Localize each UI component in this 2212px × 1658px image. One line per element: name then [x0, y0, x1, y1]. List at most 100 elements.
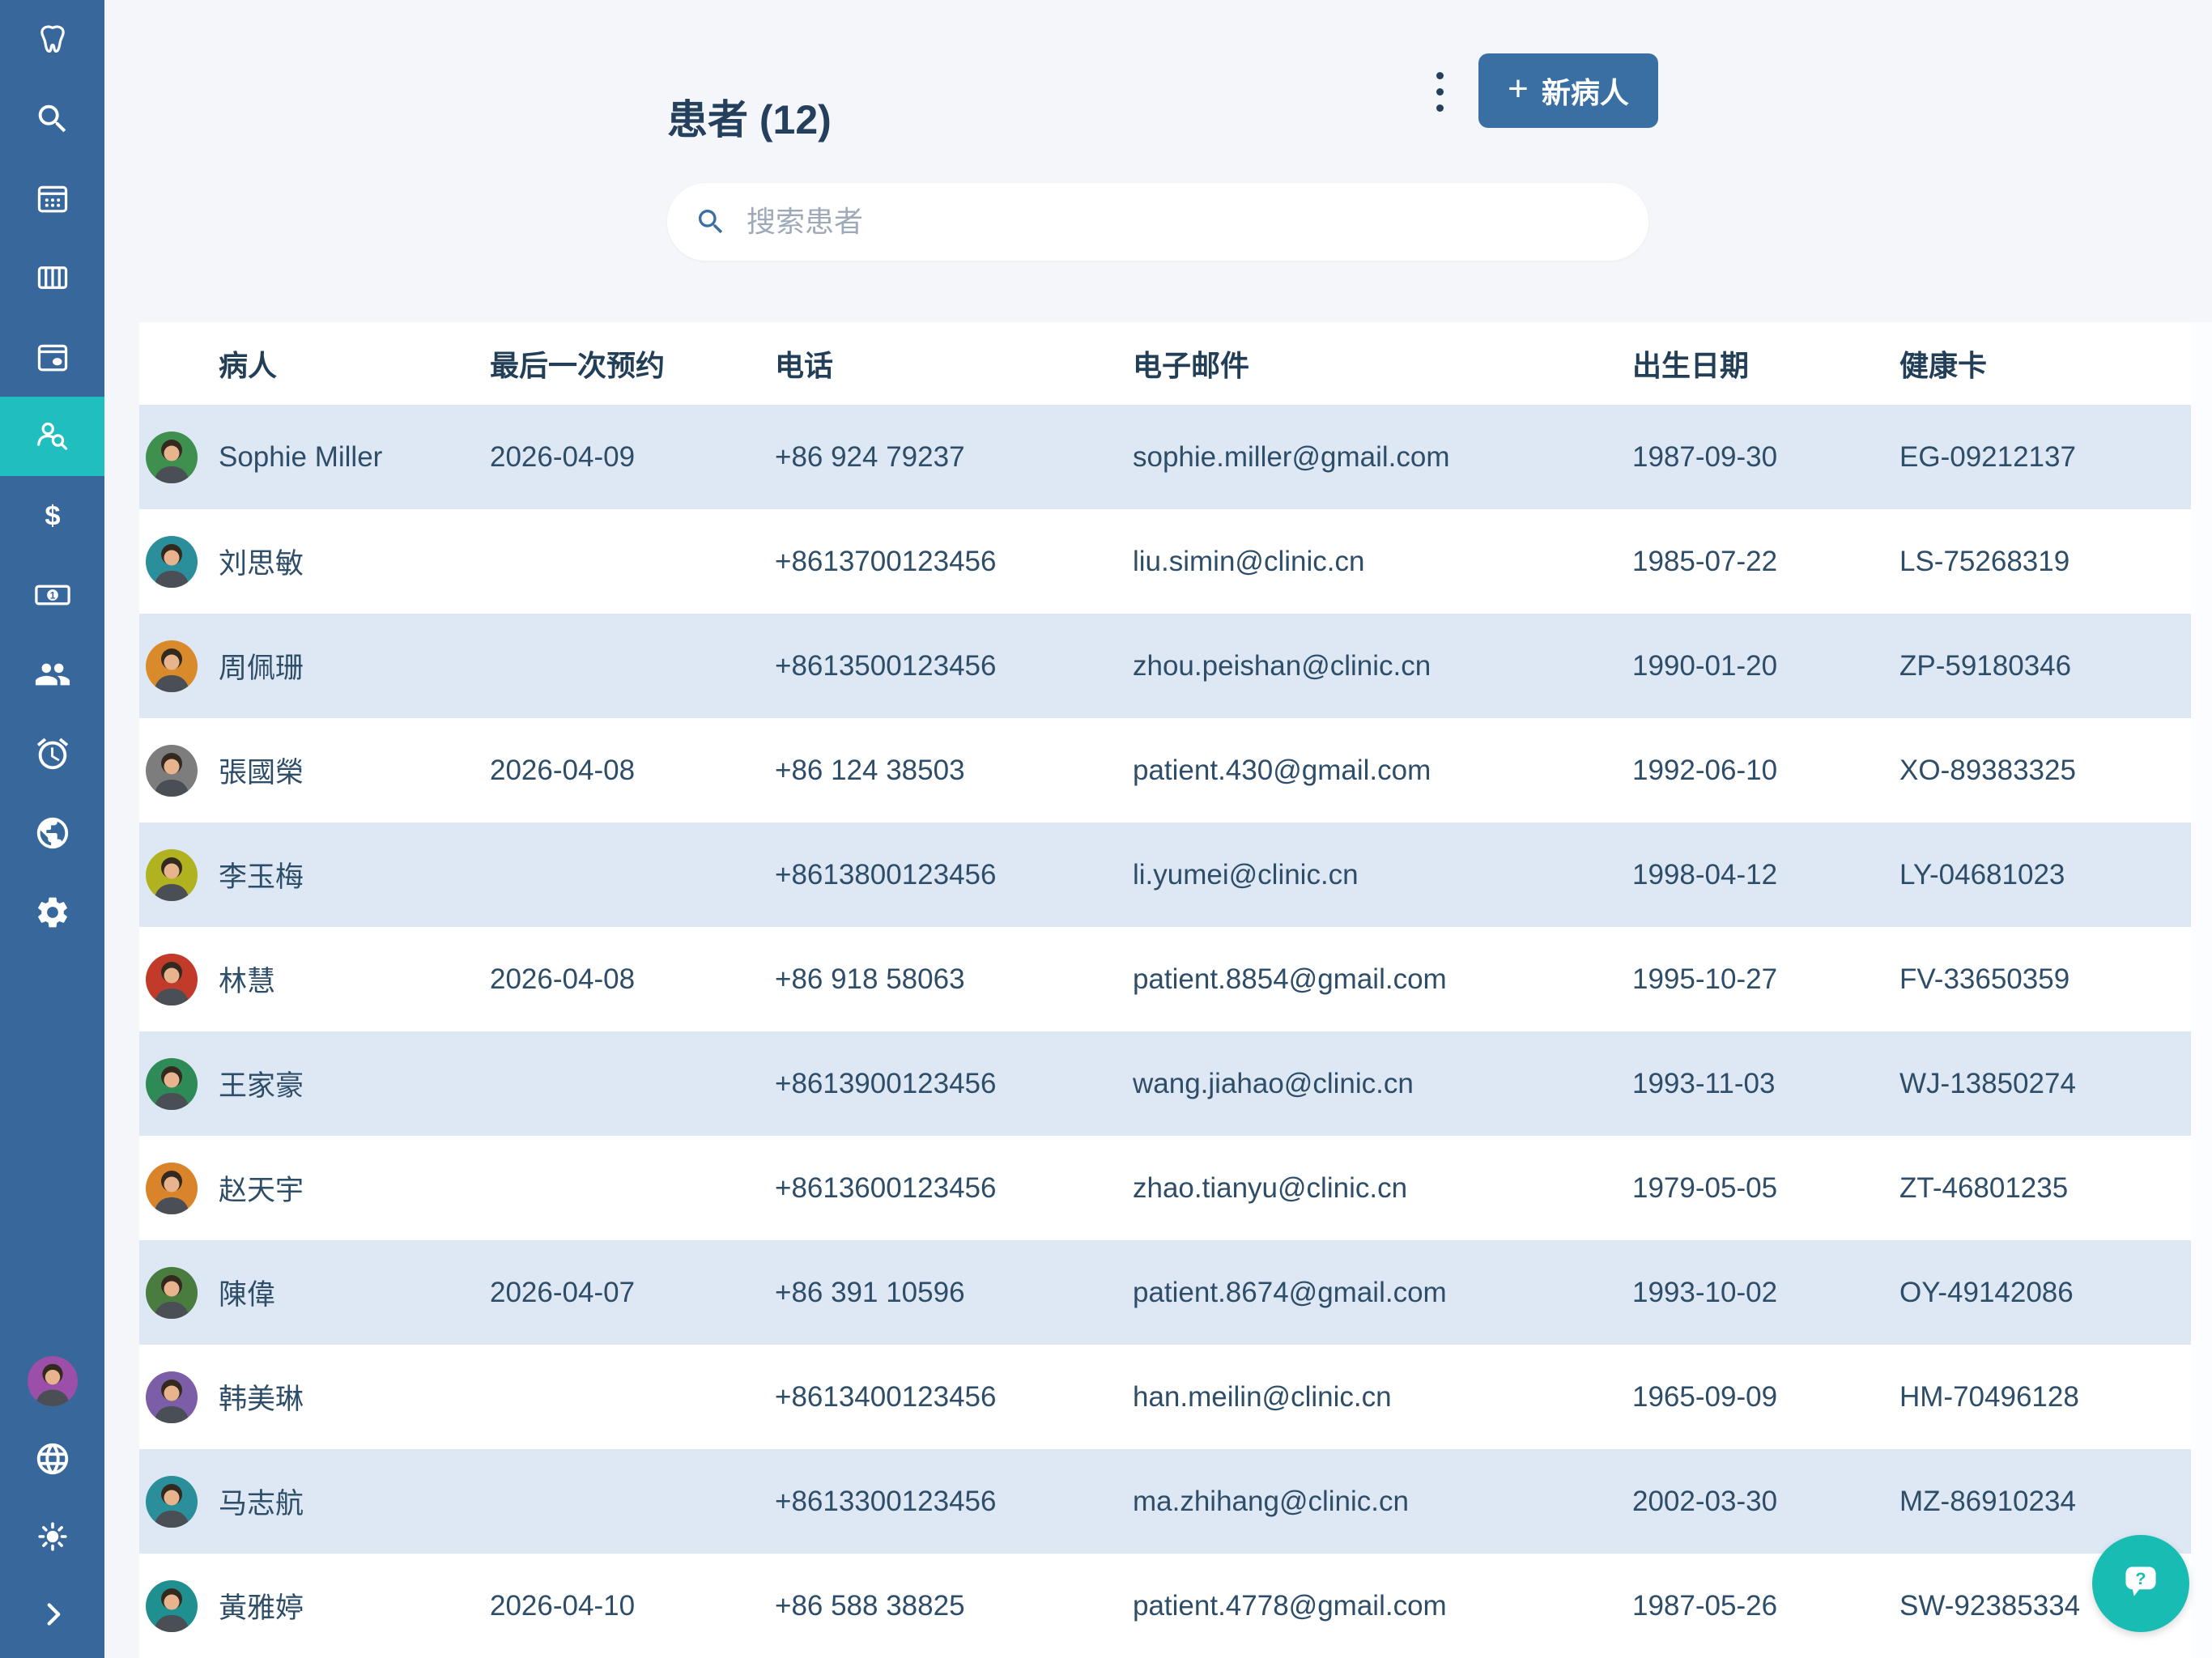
- gear-icon: [34, 894, 71, 931]
- person-photo-icon: [146, 745, 198, 797]
- dob-value: 1987-05-26: [1632, 1589, 1778, 1622]
- health-card-value: XO-89383325: [1899, 754, 2076, 786]
- table-row[interactable]: 刘思敏 +8613700123456 liu.simin@clinic.cn 1…: [139, 509, 2191, 614]
- phone-value: +86 124 38503: [775, 754, 965, 786]
- banknote-icon: [34, 576, 71, 614]
- tooth-logo-icon[interactable]: [0, 0, 104, 79]
- user-avatar[interactable]: [0, 1342, 104, 1420]
- health-card-value: ZP-59180346: [1899, 649, 2072, 682]
- patients-page: 患者 (12) + 新病人 病人 最后一次预约 电话 电子邮件 出生日期 健康卡…: [0, 0, 2212, 1658]
- person-photo-icon: [146, 432, 198, 483]
- email-value: han.meilin@clinic.cn: [1133, 1380, 1392, 1413]
- globe-icon: [34, 1440, 71, 1477]
- kebab-menu-icon[interactable]: [1422, 65, 1457, 118]
- column-header-phone: 电话: [775, 349, 834, 382]
- sidebar: [0, 0, 104, 1658]
- patient-avatar: [146, 953, 198, 1005]
- tooth-logo-icon: [34, 21, 71, 58]
- table-row[interactable]: 马志航 +8613300123456 ma.zhihang@clinic.cn …: [139, 1449, 2191, 1554]
- column-header-health-card: 健康卡: [1899, 349, 1988, 382]
- new-patient-button[interactable]: + 新病人: [1478, 53, 1658, 128]
- patient-name: 韩美琳: [219, 1384, 304, 1415]
- sun-icon[interactable]: [0, 1498, 104, 1575]
- phone-value: +86 588 38825: [775, 1589, 965, 1622]
- patient-avatar: [146, 848, 198, 901]
- health-card-value: WJ-13850274: [1899, 1067, 2076, 1099]
- phone-value: +86 924 79237: [775, 440, 965, 473]
- table-row[interactable]: 韩美琳 +8613400123456 han.meilin@clinic.cn …: [139, 1345, 2191, 1449]
- table-row[interactable]: 黃雅婷 2026-04-10 +86 588 38825 patient.477…: [139, 1554, 2191, 1658]
- phone-value: +86 918 58063: [775, 963, 965, 995]
- column-header-email: 电子邮件: [1133, 349, 1250, 382]
- help-fab-button[interactable]: [2092, 1535, 2189, 1632]
- last-appointment-value: 2026-04-07: [490, 1276, 636, 1308]
- table-row[interactable]: 林慧 2026-04-08 +86 918 58063 patient.8854…: [139, 927, 2191, 1031]
- email-value: patient.4778@gmail.com: [1133, 1589, 1447, 1622]
- person-photo-icon: [146, 1058, 198, 1110]
- chevron-right-icon[interactable]: [0, 1575, 104, 1653]
- gear-icon[interactable]: [0, 873, 104, 952]
- person-photo-icon: [146, 954, 198, 1005]
- search-bar[interactable]: [667, 183, 1648, 261]
- alarm-icon[interactable]: [0, 714, 104, 793]
- patient-search-icon: [34, 418, 71, 455]
- calendar-icon: [34, 180, 71, 217]
- health-card-value: LS-75268319: [1899, 545, 2070, 577]
- new-patient-label: 新病人: [1541, 76, 1629, 109]
- sidebar-bottom: [0, 1342, 104, 1658]
- phone-value: +86 391 10596: [775, 1276, 965, 1308]
- table-row[interactable]: 周佩珊 +8613500123456 zhou.peishan@clinic.c…: [139, 614, 2191, 718]
- table-row[interactable]: 張國榮 2026-04-08 +86 124 38503 patient.430…: [139, 718, 2191, 823]
- search-icon: [34, 100, 71, 138]
- table-row[interactable]: 王家豪 +8613900123456 wang.jiahao@clinic.cn…: [139, 1031, 2191, 1136]
- user-avatar-photo: [27, 1356, 78, 1406]
- patient-avatar: [146, 1266, 198, 1319]
- dob-value: 1965-09-09: [1632, 1380, 1778, 1413]
- patient-name: 黃雅婷: [219, 1592, 304, 1624]
- person-photo-icon: [146, 1476, 198, 1528]
- table-row[interactable]: Sophie Miller 2026-04-09 +86 924 79237 s…: [139, 405, 2191, 509]
- search-input[interactable]: [745, 204, 1621, 240]
- people-icon[interactable]: [0, 635, 104, 714]
- table-row[interactable]: 陳偉 2026-04-07 +86 391 10596 patient.8674…: [139, 1240, 2191, 1345]
- columns-icon: [34, 259, 71, 296]
- patient-avatar: [146, 535, 198, 588]
- person-photo-icon: [146, 536, 198, 588]
- health-card-value: ZT-46801235: [1899, 1171, 2069, 1204]
- sun-icon: [34, 1518, 71, 1555]
- banknote-icon[interactable]: [0, 555, 104, 635]
- table-body: Sophie Miller 2026-04-09 +86 924 79237 s…: [139, 405, 2191, 1658]
- dob-value: 1987-09-30: [1632, 440, 1778, 473]
- email-value: zhou.peishan@clinic.cn: [1133, 649, 1431, 682]
- email-value: patient.8674@gmail.com: [1133, 1276, 1447, 1308]
- table-row[interactable]: 赵天宇 +8613600123456 zhao.tianyu@clinic.cn…: [139, 1136, 2191, 1240]
- calendar-event-icon: [34, 338, 71, 376]
- table-right-gutter: [2191, 322, 2212, 1658]
- person-photo-icon: [146, 1267, 198, 1319]
- phone-value: +8613800123456: [775, 858, 997, 891]
- calendar-event-icon[interactable]: [0, 317, 104, 397]
- table-row[interactable]: 李玉梅 +8613800123456 li.yumei@clinic.cn 19…: [139, 823, 2191, 927]
- earth-icon[interactable]: [0, 793, 104, 873]
- dob-value: 1995-10-27: [1632, 963, 1778, 995]
- dollar-icon[interactable]: [0, 476, 104, 555]
- dob-value: 1993-11-03: [1632, 1067, 1776, 1099]
- patient-name: 周佩珊: [219, 653, 304, 684]
- patient-name: 赵天宇: [219, 1175, 304, 1206]
- columns-icon[interactable]: [0, 238, 104, 317]
- patient-name: 马志航: [219, 1488, 304, 1520]
- patient-search-icon[interactable]: [0, 397, 104, 476]
- patient-avatar: [146, 431, 198, 483]
- phone-value: +8613300123456: [775, 1485, 997, 1517]
- patient-avatar: [146, 1162, 198, 1214]
- health-card-value: MZ-86910234: [1899, 1485, 2076, 1517]
- calendar-icon[interactable]: [0, 159, 104, 238]
- patient-avatar: [146, 1057, 198, 1110]
- last-appointment-value: 2026-04-08: [490, 963, 636, 995]
- globe-icon[interactable]: [0, 1420, 104, 1498]
- person-photo-icon: [146, 1163, 198, 1214]
- patient-avatar: [146, 1579, 198, 1632]
- search-icon[interactable]: [0, 79, 104, 159]
- phone-value: +8613400123456: [775, 1380, 997, 1413]
- patient-avatar: [146, 744, 198, 797]
